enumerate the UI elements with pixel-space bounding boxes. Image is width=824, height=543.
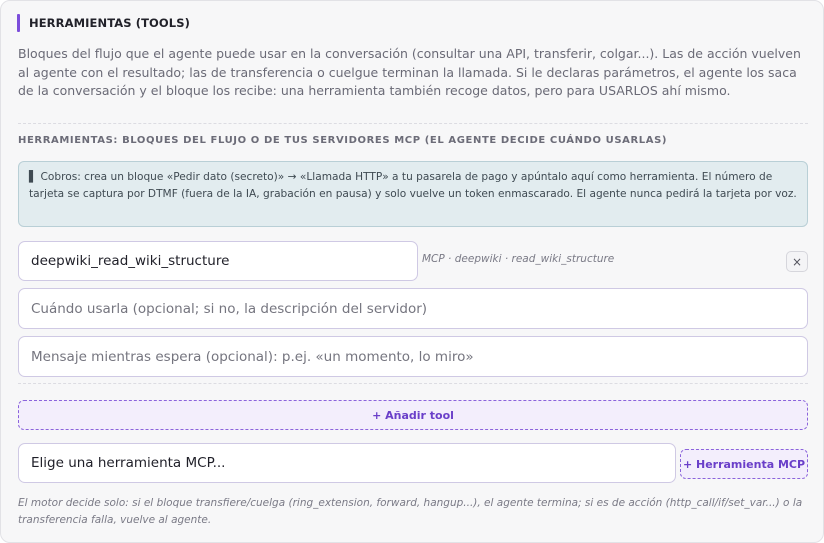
tool-name-value: deepwiki_read_wiki_structure <box>31 253 230 269</box>
tools-subheading: HERRAMIENTAS: BLOQUES DEL FLUJO O DE TUS… <box>18 135 668 146</box>
add-tool-label: + Añadir tool <box>372 408 454 422</box>
when-to-use-field[interactable]: Cuándo usarla (opcional; si no, la descr… <box>18 288 808 329</box>
add-mcp-tool-label: + Herramienta MCP <box>682 457 806 471</box>
divider <box>18 383 808 384</box>
close-icon: × <box>791 254 803 269</box>
accent-bar <box>17 14 20 32</box>
mcp-tool-select[interactable]: Elige una herramienta MCP... <box>18 443 676 483</box>
engine-footer-note: El motor decide solo: si el bloque trans… <box>18 497 803 526</box>
add-tool-button[interactable]: + Añadir tool <box>18 400 808 430</box>
tool-source-tag: MCP · deepwiki · read_wiki_structure <box>422 253 615 265</box>
payments-info-note: ▌ Cobros: crea un bloque «Pedir dato (se… <box>18 161 808 227</box>
waiting-message-placeholder: Mensaje mientras espera (opcional): p.ej… <box>31 348 474 365</box>
section-description: Bloques del flujo que el agente puede us… <box>18 46 801 98</box>
add-mcp-tool-button[interactable]: + Herramienta MCP <box>680 449 808 479</box>
tools-panel: HERRAMIENTAS (TOOLS) Bloques del flujo q… <box>0 0 824 543</box>
when-to-use-placeholder: Cuándo usarla (opcional; si no, la descr… <box>31 300 428 317</box>
divider <box>18 123 808 124</box>
waiting-message-field[interactable]: Mensaje mientras espera (opcional): p.ej… <box>18 336 808 377</box>
tool-name-field[interactable]: deepwiki_read_wiki_structure <box>18 241 418 281</box>
remove-tool-button[interactable]: × <box>786 251 808 272</box>
section-header: HERRAMIENTAS (TOOLS) <box>17 14 190 32</box>
section-title: HERRAMIENTAS (TOOLS) <box>29 16 190 30</box>
mcp-tool-select-placeholder: Elige una herramienta MCP... <box>31 455 226 471</box>
